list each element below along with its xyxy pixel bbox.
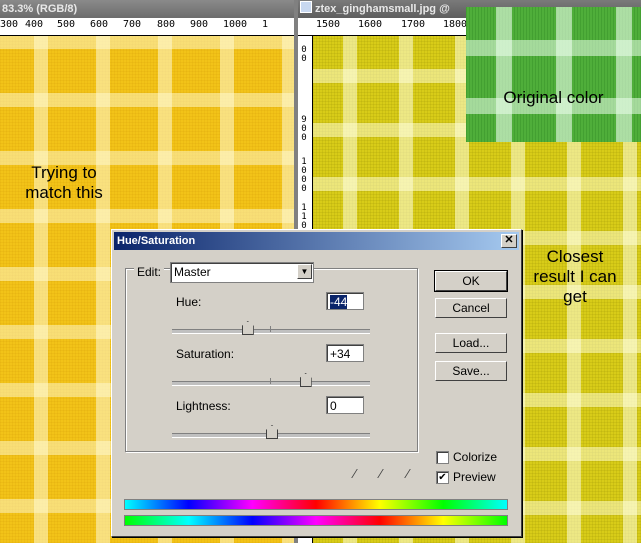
ruler-label: 1000 bbox=[223, 19, 248, 30]
right-window-title-text: ztex_ginghamsmall.jpg @ bbox=[315, 3, 450, 15]
ruler-label: 1 0 0 0 bbox=[301, 157, 307, 194]
ruler-label: 300 bbox=[0, 19, 19, 30]
ruler-label: 600 bbox=[90, 19, 109, 30]
input-hue-bar bbox=[124, 499, 508, 510]
slider-center-mark bbox=[270, 378, 271, 384]
ruler-label: 500 bbox=[57, 19, 76, 30]
ruler-label: 1800 bbox=[443, 19, 468, 30]
left-horizontal-ruler: 300 400 500 600 700 800 900 1000 1 bbox=[0, 18, 294, 36]
edit-dropdown[interactable]: Master ▼ bbox=[170, 262, 314, 283]
hue-label: Hue: bbox=[176, 295, 202, 309]
hue-value: -44 bbox=[330, 295, 348, 309]
annotation-right: Closest result I can get bbox=[533, 247, 617, 306]
ruler-label: 1500 bbox=[316, 19, 341, 30]
ruler-label: 0 0 bbox=[301, 45, 307, 64]
hue-saturation-dialog: Hue/Saturation ✕ Edit: Master ▼ Hue: -44… bbox=[111, 229, 522, 537]
save-button[interactable]: Save... bbox=[435, 361, 507, 381]
saturation-slider[interactable] bbox=[172, 378, 370, 386]
dialog-title: Hue/Saturation bbox=[117, 235, 196, 247]
ok-button[interactable]: OK bbox=[434, 270, 508, 292]
original-color-swatch bbox=[466, 7, 641, 142]
chevron-down-icon[interactable]: ▼ bbox=[297, 264, 312, 279]
slider-center-mark bbox=[270, 326, 271, 332]
hue-input[interactable]: -44 bbox=[326, 292, 364, 310]
ruler-label: 1700 bbox=[401, 19, 426, 30]
edit-label: Edit: bbox=[134, 265, 165, 279]
close-icon[interactable]: ✕ bbox=[501, 234, 517, 248]
adjustment-group bbox=[125, 268, 418, 452]
ruler-label: 1 bbox=[262, 19, 269, 30]
lightness-label: Lightness: bbox=[176, 399, 231, 413]
lightness-input[interactable]: 0 bbox=[326, 396, 364, 414]
hue-slider[interactable] bbox=[172, 326, 370, 334]
swatch-label: Original color bbox=[503, 88, 604, 107]
cancel-button[interactable]: Cancel bbox=[435, 298, 507, 318]
load-button[interactable]: Load... bbox=[435, 333, 507, 353]
saturation-label: Saturation: bbox=[176, 347, 235, 361]
eyedropper-minus-icon[interactable]: ⁄ bbox=[401, 466, 415, 482]
eyedropper-icon[interactable]: ⁄ bbox=[348, 466, 362, 482]
preview-label: Preview bbox=[453, 470, 496, 484]
preview-checkbox[interactable]: ✔ bbox=[436, 471, 449, 484]
saturation-input[interactable]: +34 bbox=[326, 344, 364, 362]
ruler-label: 800 bbox=[157, 19, 176, 30]
dialog-title-bar[interactable]: Hue/Saturation ✕ bbox=[114, 232, 519, 250]
ruler-label: 9 0 0 bbox=[301, 115, 307, 143]
colorize-checkbox[interactable] bbox=[436, 451, 449, 464]
colorize-label: Colorize bbox=[453, 450, 498, 464]
left-window-title[interactable]: 83.3% (RGB/8) bbox=[0, 0, 294, 18]
document-icon bbox=[300, 1, 312, 13]
ruler-label: 1600 bbox=[358, 19, 383, 30]
eyedropper-plus-icon[interactable]: ⁄ bbox=[374, 466, 388, 482]
edit-dropdown-value: Master bbox=[174, 265, 211, 279]
lightness-slider[interactable] bbox=[172, 430, 370, 438]
ruler-label: 900 bbox=[190, 19, 209, 30]
ruler-label: 400 bbox=[25, 19, 44, 30]
output-hue-bar bbox=[124, 515, 508, 526]
ruler-label: 700 bbox=[123, 19, 142, 30]
annotation-left: Trying to match this bbox=[25, 163, 103, 202]
